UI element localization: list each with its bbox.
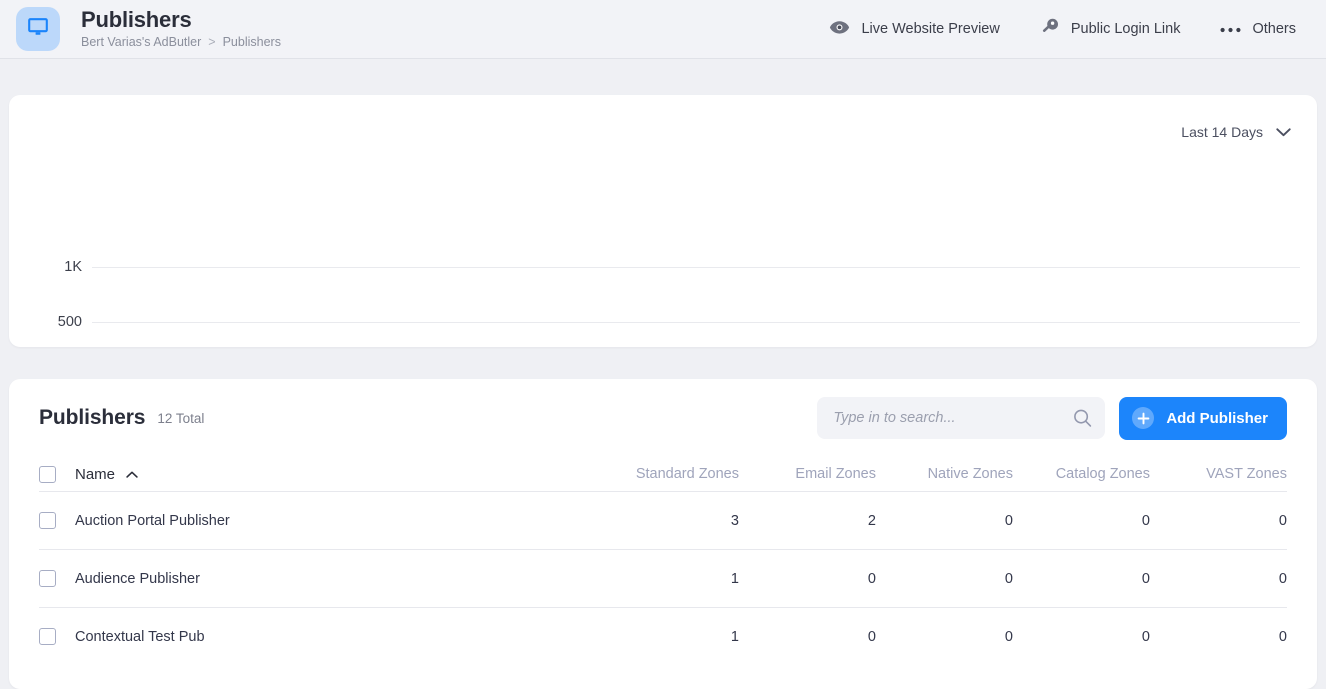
row-email-zones: 0	[739, 549, 876, 608]
row-publisher-name[interactable]: Contextual Test Pub	[75, 607, 602, 665]
row-publisher-name[interactable]: Auction Portal Publisher	[75, 491, 602, 550]
breadcrumb: Bert Varias's AdButler > Publishers	[81, 35, 281, 50]
row-standard-zones: 1	[602, 549, 739, 608]
row-catalog-zones: 0	[1013, 607, 1150, 665]
row-vast-zones: 0	[1150, 491, 1287, 550]
chart-gridline	[92, 322, 1300, 323]
title-block: Publishers Bert Varias's AdButler > Publ…	[81, 8, 281, 50]
public-login-link-label: Public Login Link	[1070, 21, 1181, 37]
column-header-name[interactable]: Name	[75, 457, 602, 492]
table-row[interactable]: Audience Publisher 1 0 0 0 0	[39, 549, 1287, 608]
monitor-icon	[26, 15, 50, 44]
add-publisher-label: Add Publisher	[1166, 409, 1268, 427]
row-vast-zones: 0	[1150, 607, 1287, 665]
row-email-zones: 2	[739, 491, 876, 550]
row-email-zones: 0	[739, 607, 876, 665]
chart-y-axis-label: 1K	[64, 259, 82, 275]
column-header-email-zones[interactable]: Email Zones	[739, 457, 876, 492]
live-website-preview-label: Live Website Preview	[861, 21, 1000, 37]
breadcrumb-current: Publishers	[222, 35, 281, 49]
others-button[interactable]: Others	[1200, 21, 1296, 37]
breadcrumb-root[interactable]: Bert Varias's AdButler	[81, 35, 201, 50]
table-toolbar: Publishers 12 Total Add Publisher	[39, 379, 1287, 457]
row-checkbox[interactable]	[39, 570, 56, 587]
row-select-cell	[39, 607, 75, 665]
table-title: Publishers	[39, 406, 146, 429]
live-website-preview-button[interactable]: Live Website Preview	[809, 20, 1019, 39]
line-chart: 05001KMar 21Mar 22Mar 23Mar 24Mar 25Mar …	[9, 95, 1317, 347]
column-header-native-zones[interactable]: Native Zones	[876, 457, 1013, 492]
breadcrumb-separator: >	[208, 35, 216, 49]
eye-icon	[829, 20, 850, 39]
page-title: Publishers	[81, 7, 192, 32]
select-all-checkbox[interactable]	[39, 465, 56, 483]
table-total-count: 12 Total	[157, 410, 205, 426]
column-header-vast-zones[interactable]: VAST Zones	[1150, 457, 1287, 492]
publishers-table: Name Standard Zones Email Zones Native Z…	[39, 457, 1287, 665]
column-header-standard-zones[interactable]: Standard Zones	[602, 457, 739, 492]
ellipsis-icon	[1220, 21, 1241, 37]
row-native-zones: 0	[876, 607, 1013, 665]
table-row[interactable]: Contextual Test Pub 1 0 0 0 0	[39, 607, 1287, 665]
row-vast-zones: 0	[1150, 549, 1287, 608]
plus-icon	[1132, 407, 1155, 429]
row-publisher-name[interactable]: Audience Publisher	[75, 549, 602, 608]
row-catalog-zones: 0	[1013, 491, 1150, 550]
publishers-table-card: Publishers 12 Total Add Publisher	[9, 379, 1317, 689]
search-box	[817, 397, 1106, 439]
search-input[interactable]	[817, 397, 1106, 439]
select-all-cell	[39, 457, 75, 492]
column-header-name-label: Name	[75, 466, 116, 483]
caret-up-icon	[126, 465, 138, 482]
header-actions: Live Website Preview Public Login Link O…	[809, 17, 1296, 41]
row-standard-zones: 1	[602, 607, 739, 665]
row-select-cell	[39, 491, 75, 550]
page-body: Last 14 Days 05001KMar 21Mar 22Mar 23Mar…	[0, 95, 1326, 689]
others-label: Others	[1252, 21, 1296, 37]
chart-gridline	[92, 267, 1300, 268]
table-header-row: Name Standard Zones Email Zones Native Z…	[39, 457, 1287, 492]
app-icon	[16, 7, 60, 51]
row-checkbox[interactable]	[39, 512, 56, 529]
column-header-catalog-zones[interactable]: Catalog Zones	[1013, 457, 1150, 492]
performance-chart-card: Last 14 Days 05001KMar 21Mar 22Mar 23Mar…	[9, 95, 1317, 347]
chart-y-axis-label: 500	[57, 314, 82, 330]
row-native-zones: 0	[876, 549, 1013, 608]
search-icon[interactable]	[1073, 409, 1092, 428]
row-native-zones: 0	[876, 491, 1013, 550]
key-icon	[1040, 17, 1060, 41]
row-catalog-zones: 0	[1013, 549, 1150, 608]
row-select-cell	[39, 549, 75, 608]
row-checkbox[interactable]	[39, 628, 56, 645]
table-row[interactable]: Auction Portal Publisher 3 2 0 0 0	[39, 491, 1287, 550]
row-standard-zones: 3	[602, 491, 739, 550]
public-login-link-button[interactable]: Public Login Link	[1020, 17, 1201, 41]
add-publisher-button[interactable]: Add Publisher	[1119, 396, 1287, 440]
page-header: Publishers Bert Varias's AdButler > Publ…	[0, 0, 1326, 59]
